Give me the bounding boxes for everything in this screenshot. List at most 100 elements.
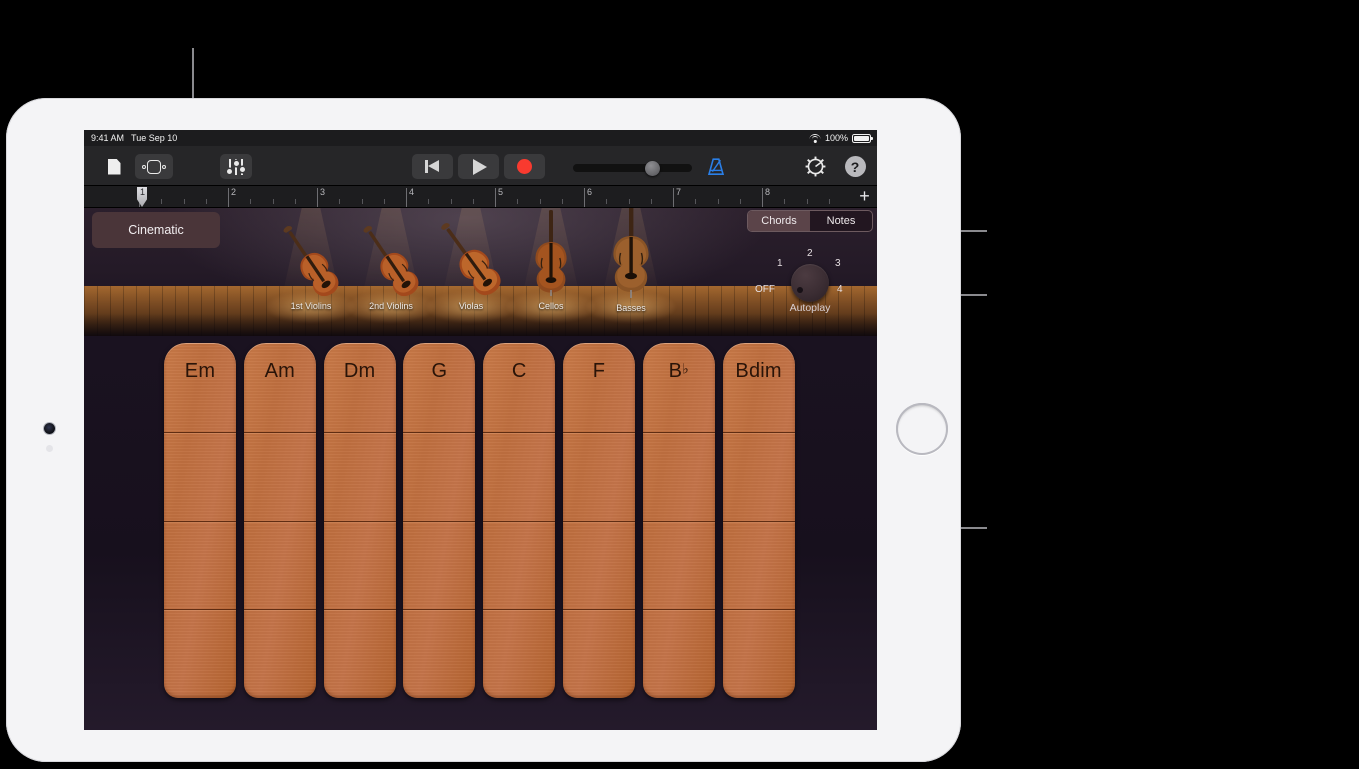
chord-strip-divider <box>483 609 556 611</box>
instrument-cellos[interactable]: Cellos <box>510 208 592 311</box>
document-icon <box>107 158 121 175</box>
chord-strip-divider <box>722 609 795 611</box>
ruler-beat-tick <box>539 199 541 204</box>
record-button[interactable] <box>504 154 545 179</box>
ruler-bar-tick <box>228 188 229 207</box>
ruler-beat-tick <box>828 199 830 204</box>
settings-button[interactable] <box>800 154 830 179</box>
viola-icon <box>441 223 501 296</box>
help-button[interactable]: ? <box>840 154 870 179</box>
ruler-bar-tick <box>406 188 407 207</box>
ambient-sensor-icon <box>46 445 53 452</box>
screenshot-root: 9:41 AM Tue Sep 10 100% ? 2 3 4 5 6 7 8 … <box>0 0 1359 769</box>
chord-strip-divider <box>563 431 635 433</box>
status-bar-right: 100% <box>809 133 873 143</box>
chords-notes-toggle[interactable]: Chords Notes <box>747 210 873 232</box>
chord-label: B♭ <box>668 360 689 382</box>
ruler-bar-tick <box>317 188 318 207</box>
chord-strip-divider <box>642 609 715 611</box>
ruler-beat-tick <box>272 199 274 204</box>
ruler-bar-number: 8 <box>765 187 771 197</box>
autoplay-label-2[interactable]: 2 <box>807 248 813 259</box>
play-button[interactable] <box>458 154 499 179</box>
ruler-beat-tick <box>294 199 296 204</box>
playhead-bar-label: 1 <box>140 187 146 197</box>
ruler-beat-tick <box>472 199 474 204</box>
chord-label: C <box>511 360 527 382</box>
ruler-bar-number: 5 <box>498 187 504 197</box>
autoplay-knob[interactable] <box>791 264 829 302</box>
chord-strip[interactable]: Bdim <box>722 343 795 698</box>
instrument-label: Cellos <box>538 301 564 311</box>
chord-label: F <box>592 360 606 382</box>
track-view-button[interactable] <box>135 154 173 179</box>
chord-strips-area: Em Am Dm G C F B♭ Bdim <box>84 336 877 730</box>
ruler-beat-tick <box>650 199 652 204</box>
master-volume-slider[interactable] <box>573 164 692 172</box>
chord-strip-divider <box>323 520 396 522</box>
chord-strip-divider <box>323 431 396 433</box>
autoplay-label-3[interactable]: 3 <box>835 258 841 269</box>
ruler-beat-tick <box>161 199 163 204</box>
timeline-ruler[interactable]: 1 2 3 4 5 6 7 8 1 + <box>84 186 877 208</box>
record-icon <box>517 159 532 174</box>
rewind-icon <box>425 160 440 173</box>
chord-strip[interactable]: Am <box>243 343 316 698</box>
chord-strip[interactable]: B♭ <box>642 343 715 698</box>
ruler-bar-number: 2 <box>231 187 237 197</box>
add-section-button[interactable]: + <box>857 187 872 205</box>
chord-label: Am <box>264 360 295 382</box>
chord-strip[interactable]: C <box>483 343 556 698</box>
instrument-basses[interactable]: Basses <box>590 208 672 313</box>
tab-chords[interactable]: Chords <box>748 211 810 231</box>
chord-strip[interactable]: Em <box>164 343 236 698</box>
transport-toolbar: ? <box>84 146 877 186</box>
autoplay-label-4[interactable]: 4 <box>837 284 843 295</box>
gear-icon <box>805 156 825 177</box>
chord-strip-divider <box>642 520 715 522</box>
autoplay-label-1[interactable]: 1 <box>777 258 783 269</box>
chord-strip-divider <box>722 431 795 433</box>
autoplay-label-off[interactable]: OFF <box>755 284 775 295</box>
ruler-bar-number: 7 <box>676 187 682 197</box>
ruler-beat-tick <box>717 199 719 204</box>
master-volume-knob[interactable] <box>645 160 660 176</box>
status-bar-left: 9:41 AM Tue Sep 10 <box>91 133 177 143</box>
ruler-beat-tick <box>739 199 741 204</box>
tab-notes[interactable]: Notes <box>810 211 872 231</box>
ipad-device-frame: 9:41 AM Tue Sep 10 100% ? 2 3 4 5 6 7 8 … <box>6 98 961 762</box>
instrument-1st-violins[interactable]: 1st Violins <box>270 222 352 311</box>
ruler-beat-tick <box>784 199 786 204</box>
metronome-icon <box>707 157 725 175</box>
chord-strip-divider <box>483 431 556 433</box>
chord-strip-divider <box>563 609 635 611</box>
home-button[interactable] <box>896 403 948 455</box>
ruler-beat-tick <box>183 199 185 204</box>
instrument-2nd-violins[interactable]: 2nd Violins <box>350 222 432 311</box>
ruler-beat-tick <box>383 199 385 204</box>
track-name-label[interactable]: Cinematic <box>92 212 220 248</box>
instrument-violas[interactable]: Violas <box>430 220 512 311</box>
ruler-beat-tick <box>606 199 608 204</box>
ipad-screen: 9:41 AM Tue Sep 10 100% ? 2 3 4 5 6 7 8 … <box>84 130 877 730</box>
metronome-button[interactable] <box>701 154 731 179</box>
ruler-bar-number: 4 <box>409 187 415 197</box>
ruler-beat-tick <box>450 199 452 204</box>
ruler-beat-tick <box>628 199 630 204</box>
chord-strip[interactable]: F <box>563 343 635 698</box>
my-songs-button[interactable] <box>100 154 128 179</box>
chord-strip[interactable]: Dm <box>323 343 396 698</box>
ruler-bar-tick <box>495 188 496 207</box>
ruler-beat-tick <box>806 199 808 204</box>
chord-strip[interactable]: G <box>403 343 476 698</box>
chord-strip-divider <box>403 431 476 433</box>
mixer-button[interactable] <box>220 154 252 179</box>
status-bar: 9:41 AM Tue Sep 10 100% <box>84 130 877 146</box>
instrument-label: 1st Violins <box>290 301 332 311</box>
ruler-bar-tick <box>584 188 585 207</box>
ruler-beat-tick <box>428 199 430 204</box>
autoplay-knob-indicator <box>797 287 803 293</box>
rewind-button[interactable] <box>412 154 453 179</box>
battery-icon <box>852 133 873 143</box>
ruler-ticks: 1 2 3 4 5 6 7 8 <box>139 186 851 207</box>
